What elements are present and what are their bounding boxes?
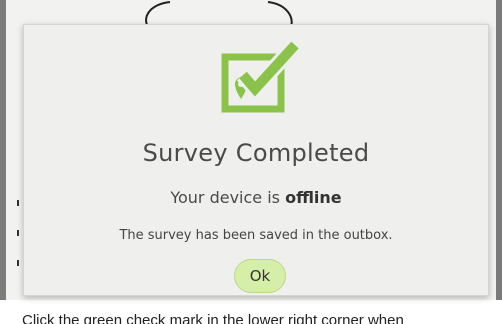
- saved-message: The survey has been saved in the outbox.: [119, 228, 393, 243]
- device-status-text: Your device is offline: [24, 188, 488, 207]
- page: Click the green check mark in the lower …: [0, 0, 502, 324]
- status-value: offline: [285, 188, 342, 207]
- background-list-markers: [17, 200, 21, 290]
- survey-completed-dialog: Survey Completed Your device is offline …: [23, 24, 489, 296]
- ok-button[interactable]: Ok: [234, 259, 286, 293]
- survey-checked-location-icon: [221, 41, 301, 113]
- background-instruction-text: Click the green check mark in the lower …: [22, 312, 404, 324]
- status-prefix: Your device is: [170, 188, 286, 207]
- dialog-title: Survey Completed: [142, 139, 370, 167]
